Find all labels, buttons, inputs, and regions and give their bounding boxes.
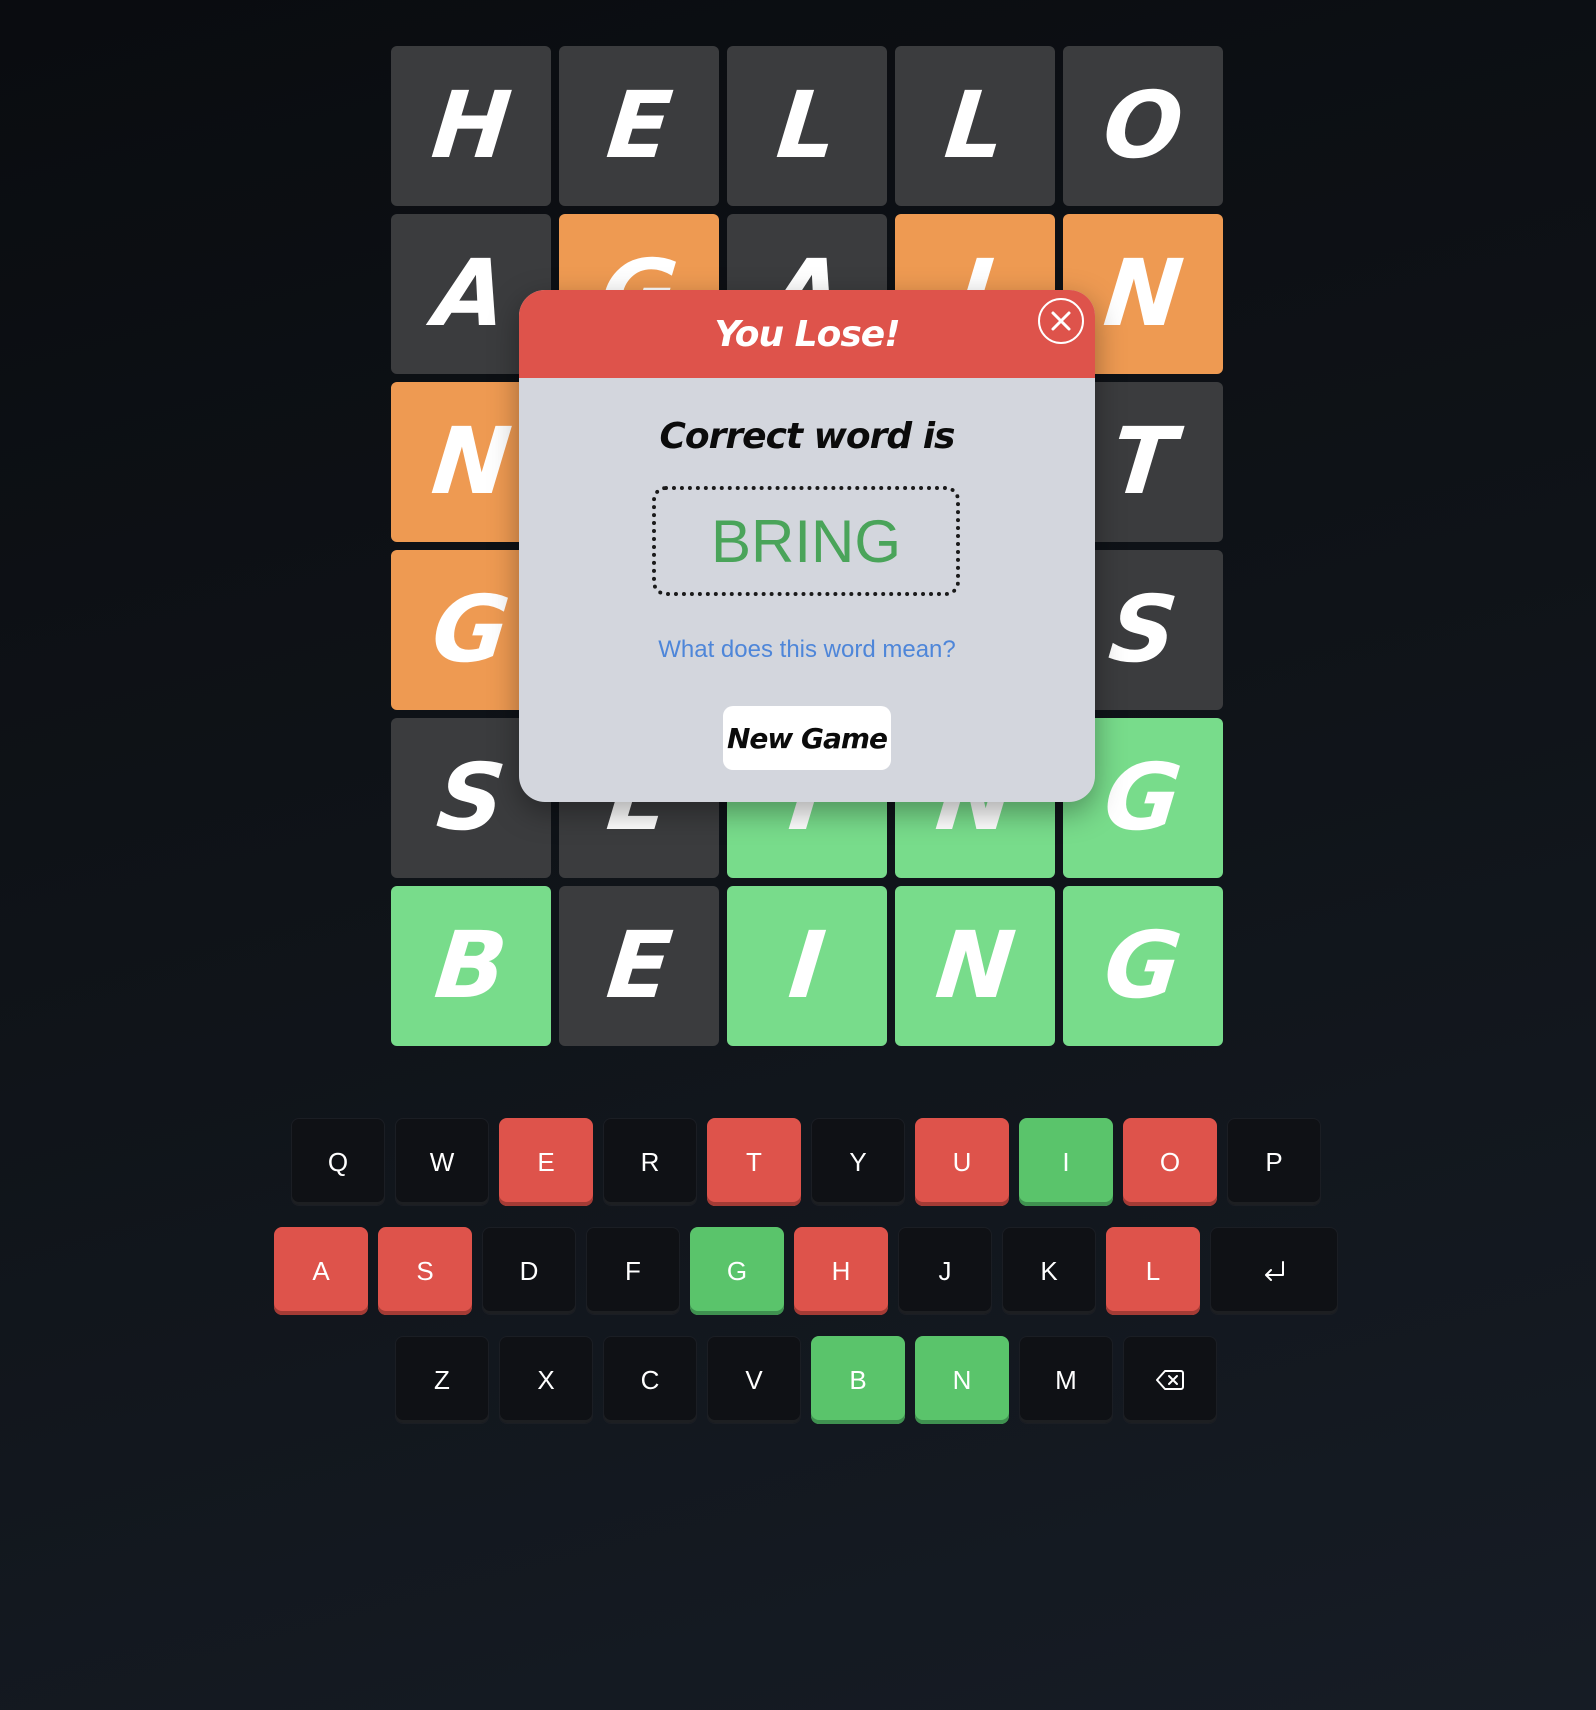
tile-letter: L — [772, 72, 842, 179]
tile-letter: T — [1106, 408, 1181, 515]
word-meaning-link[interactable]: What does this word mean? — [519, 636, 1095, 664]
key-b[interactable]: B — [811, 1336, 905, 1424]
board-tile: N — [895, 886, 1055, 1046]
key-m[interactable]: M — [1019, 1336, 1113, 1424]
key-label: H — [831, 1255, 851, 1286]
key-d[interactable]: D — [482, 1227, 576, 1315]
key-f[interactable]: F — [586, 1227, 680, 1315]
key-enter[interactable] — [1210, 1227, 1338, 1315]
tile-letter: O — [1098, 72, 1188, 179]
key-x[interactable]: X — [499, 1336, 593, 1424]
key-label: G — [726, 1255, 748, 1286]
key-q[interactable]: Q — [291, 1118, 385, 1206]
tile-letter: G — [1099, 744, 1187, 851]
key-label: R — [640, 1146, 660, 1177]
key-label: L — [1145, 1255, 1161, 1286]
tile-letter: E — [601, 72, 677, 179]
key-j[interactable]: J — [898, 1227, 992, 1315]
tile-letter: A — [429, 240, 513, 347]
key-label: B — [849, 1364, 867, 1395]
board-tile: L — [895, 46, 1055, 206]
result-modal: You Lose! Correct word is BRING What doe… — [519, 290, 1095, 802]
key-label: E — [537, 1146, 555, 1177]
key-g[interactable]: G — [690, 1227, 784, 1315]
board-tile: B — [391, 886, 551, 1046]
key-e[interactable]: E — [499, 1118, 593, 1206]
modal-header: You Lose! — [519, 290, 1095, 378]
board-tile: E — [559, 46, 719, 206]
tile-letter: G — [1099, 912, 1187, 1019]
key-h[interactable]: H — [794, 1227, 888, 1315]
answer-word: BRING — [710, 507, 902, 575]
key-label: M — [1055, 1364, 1077, 1395]
tile-letter: S — [1104, 576, 1182, 683]
key-label: F — [625, 1255, 641, 1286]
key-label: I — [1062, 1146, 1070, 1177]
key-o[interactable]: O — [1123, 1118, 1217, 1206]
close-icon — [1051, 311, 1071, 331]
key-s[interactable]: S — [378, 1227, 472, 1315]
close-button[interactable] — [1038, 298, 1084, 344]
key-backspace[interactable] — [1123, 1336, 1217, 1424]
board-tile: L — [727, 46, 887, 206]
key-y[interactable]: Y — [811, 1118, 905, 1206]
key-label: C — [640, 1364, 660, 1395]
tile-letter: L — [940, 72, 1010, 179]
modal-subtitle: Correct word is — [659, 416, 956, 457]
key-p[interactable]: P — [1227, 1118, 1321, 1206]
modal-title: You Lose! — [714, 313, 900, 355]
board-tile: G — [1063, 886, 1223, 1046]
answer-box: BRING — [652, 486, 960, 596]
tile-letter: E — [601, 912, 677, 1019]
key-label: V — [745, 1364, 763, 1395]
key-label: U — [952, 1146, 972, 1177]
board-tile: H — [391, 46, 551, 206]
key-v[interactable]: V — [707, 1336, 801, 1424]
board-tile: I — [727, 886, 887, 1046]
tile-letter: H — [426, 72, 516, 179]
key-label: O — [1159, 1146, 1181, 1177]
key-label: J — [938, 1255, 952, 1286]
board-tile: E — [559, 886, 719, 1046]
key-z[interactable]: Z — [395, 1336, 489, 1424]
key-n[interactable]: N — [915, 1336, 1009, 1424]
key-label: N — [952, 1364, 972, 1395]
new-game-button[interactable]: New Game — [723, 706, 891, 770]
key-w[interactable]: W — [395, 1118, 489, 1206]
key-label: W — [429, 1146, 455, 1177]
key-label: X — [537, 1364, 555, 1395]
key-i[interactable]: I — [1019, 1118, 1113, 1206]
key-label: K — [1040, 1255, 1058, 1286]
key-label: D — [519, 1255, 539, 1286]
key-label: A — [312, 1255, 330, 1286]
key-l[interactable]: L — [1106, 1227, 1200, 1315]
key-u[interactable]: U — [915, 1118, 1009, 1206]
backspace-icon — [1156, 1370, 1184, 1390]
key-r[interactable]: R — [603, 1118, 697, 1206]
key-label: S — [416, 1255, 434, 1286]
key-label: Q — [327, 1146, 349, 1177]
tile-letter: N — [426, 408, 516, 515]
key-c[interactable]: C — [603, 1336, 697, 1424]
tile-letter: G — [427, 576, 515, 683]
enter-icon — [1265, 1261, 1284, 1281]
board-tile: O — [1063, 46, 1223, 206]
key-label: Y — [849, 1146, 867, 1177]
key-label: T — [746, 1146, 762, 1177]
key-t[interactable]: T — [707, 1118, 801, 1206]
key-label: Z — [434, 1364, 450, 1395]
key-a[interactable]: A — [274, 1227, 368, 1315]
key-k[interactable]: K — [1002, 1227, 1096, 1315]
tile-letter: N — [1098, 240, 1188, 347]
tile-letter: B — [430, 912, 512, 1019]
tile-letter: I — [784, 912, 830, 1019]
key-label: P — [1265, 1146, 1283, 1177]
tile-letter: S — [432, 744, 510, 851]
tile-letter: N — [930, 912, 1020, 1019]
